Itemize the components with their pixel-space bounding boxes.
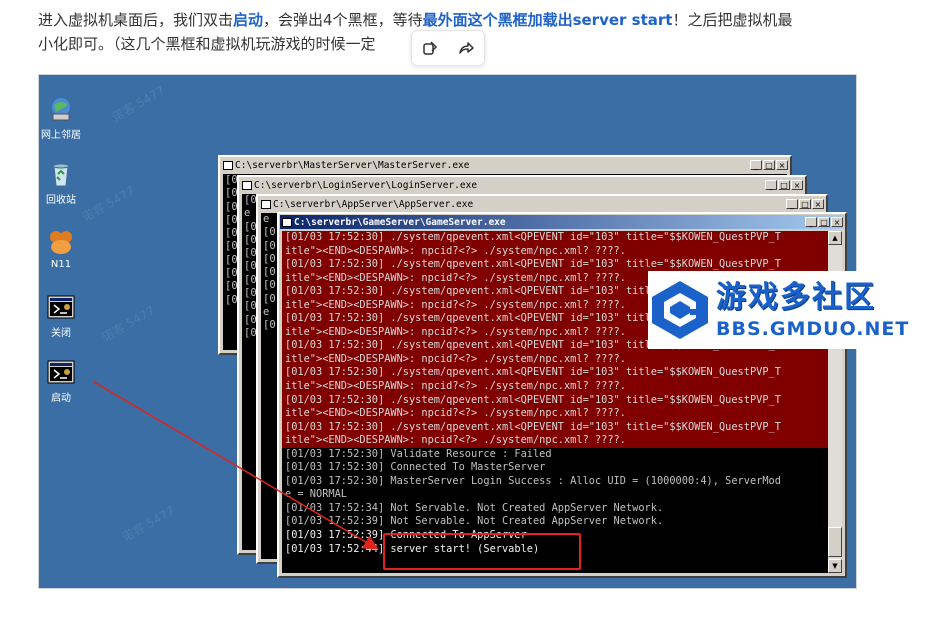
site-logo: 游戏多社区 BBS.GMDUO.NET	[648, 271, 928, 349]
logo-text-url: BBS.GMDUO.NET	[716, 318, 910, 340]
gmduo-logo-icon	[652, 281, 708, 339]
logo-text-cn: 游戏多社区	[716, 280, 876, 315]
annotation-highlight-box	[383, 533, 581, 570]
annotation-arrow	[93, 381, 379, 550]
